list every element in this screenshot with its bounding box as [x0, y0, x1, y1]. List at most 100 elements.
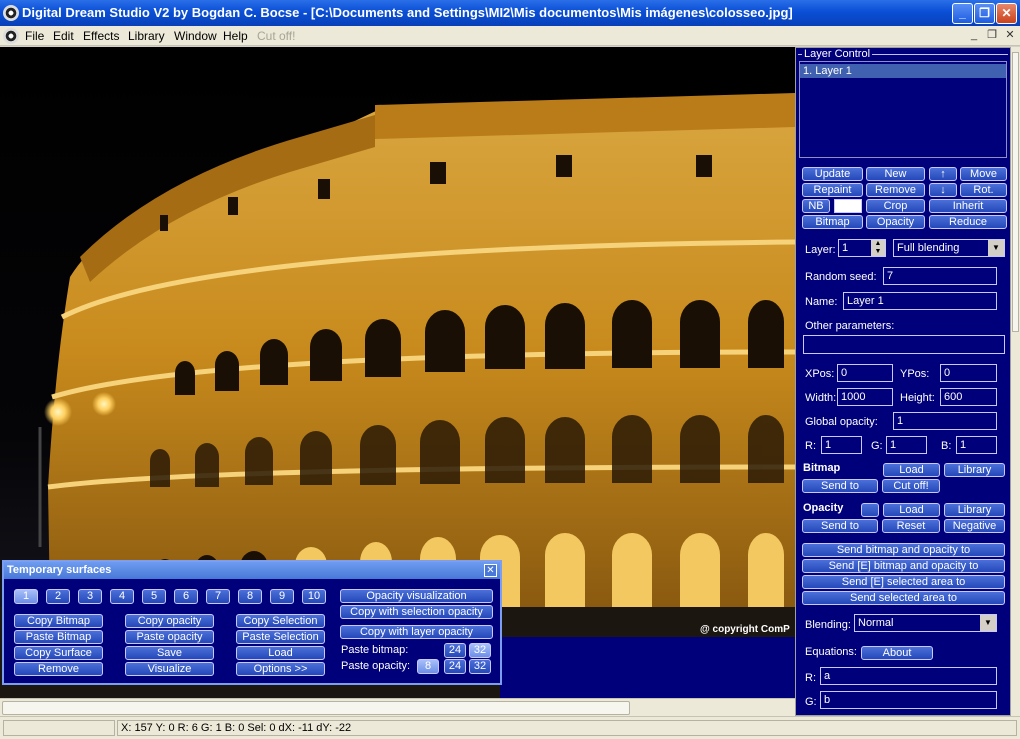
- mdi-restore-button[interactable]: ❐: [984, 28, 1000, 42]
- surface-10-button[interactable]: 10: [302, 589, 326, 604]
- dialog-close-button[interactable]: ✕: [484, 564, 497, 577]
- other-params-field[interactable]: [803, 335, 1005, 354]
- width-field[interactable]: 1000: [837, 388, 893, 406]
- layer-spinner[interactable]: 1 ▲ ▼: [838, 239, 886, 257]
- menu-window[interactable]: Window: [174, 29, 217, 43]
- bitmap-send-to-button[interactable]: Send to: [802, 479, 878, 493]
- layer-list[interactable]: 1. Layer 1: [799, 61, 1007, 158]
- opacity-send-to-button[interactable]: Send to: [802, 519, 878, 533]
- send-e-bitmap-opacity-button[interactable]: Send [E] bitmap and opacity to: [802, 559, 1005, 573]
- copy-selection-button[interactable]: Copy Selection: [236, 614, 325, 628]
- paste-bitmap-32-button[interactable]: 32: [469, 643, 491, 658]
- copy-layer-opacity-button[interactable]: Copy with layer opacity: [340, 625, 493, 639]
- send-selected-area-button[interactable]: Send selected area to: [802, 591, 1005, 605]
- horizontal-scrollbar[interactable]: [0, 698, 795, 716]
- copy-opacity-button[interactable]: Copy opacity: [125, 614, 214, 628]
- nb-button[interactable]: NB: [802, 199, 830, 213]
- opacity-reset-button[interactable]: Reset: [882, 519, 940, 533]
- layer-name-field[interactable]: Layer 1: [843, 292, 997, 310]
- blending-mode-select[interactable]: Full blending ▼: [893, 239, 1005, 257]
- crop-button[interactable]: Crop: [866, 199, 925, 213]
- surface-7-button[interactable]: 7: [206, 589, 230, 604]
- menu-file[interactable]: File: [25, 29, 44, 43]
- surface-8-button[interactable]: 8: [238, 589, 262, 604]
- app-eye-icon[interactable]: [3, 5, 19, 21]
- save-button[interactable]: Save: [125, 646, 214, 660]
- bitmap-cut-off-button[interactable]: Cut off!: [882, 479, 940, 493]
- vertical-scrollbar[interactable]: [1011, 47, 1020, 716]
- paste-selection-button[interactable]: Paste Selection: [236, 630, 325, 644]
- opacity-library-button[interactable]: Library: [944, 503, 1005, 517]
- random-seed-field[interactable]: 7: [883, 267, 997, 285]
- menu-effects[interactable]: Effects: [83, 29, 119, 43]
- surface-4-button[interactable]: 4: [110, 589, 134, 604]
- opacity-small-button[interactable]: [861, 503, 879, 517]
- move-up-button[interactable]: ↑: [929, 167, 957, 181]
- about-button[interactable]: About: [861, 646, 933, 660]
- r-field[interactable]: 1: [821, 436, 862, 454]
- surface-6-button[interactable]: 6: [174, 589, 198, 604]
- b-field[interactable]: 1: [956, 436, 997, 454]
- rotate-button[interactable]: Rot.: [960, 183, 1007, 197]
- minimize-button[interactable]: _: [952, 3, 973, 24]
- dialog-title[interactable]: Temporary surfaces: [4, 562, 500, 579]
- xpos-field[interactable]: 0: [837, 364, 893, 382]
- paste-opacity-8-button[interactable]: 8: [417, 659, 439, 674]
- options-button[interactable]: Options >>: [236, 662, 325, 676]
- menu-library[interactable]: Library: [128, 29, 165, 43]
- bitmap-button[interactable]: Bitmap: [802, 215, 863, 229]
- surface-1-button[interactable]: 1: [14, 589, 38, 604]
- surface-9-button[interactable]: 9: [270, 589, 294, 604]
- surface-2-button[interactable]: 2: [46, 589, 70, 604]
- dropdown-arrow-icon[interactable]: ▼: [980, 615, 996, 631]
- inherit-button[interactable]: Inherit: [929, 199, 1007, 213]
- height-field[interactable]: 600: [940, 388, 997, 406]
- ypos-field[interactable]: 0: [940, 364, 997, 382]
- spinner-arrows-icon[interactable]: ▲ ▼: [871, 240, 885, 256]
- visualize-button[interactable]: Visualize: [125, 662, 214, 676]
- paste-opacity-32-button[interactable]: 32: [469, 659, 491, 674]
- send-bitmap-opacity-button[interactable]: Send bitmap and opacity to: [802, 543, 1005, 557]
- copy-selection-opacity-button[interactable]: Copy with selection opacity: [340, 605, 493, 619]
- mdi-minimize-button[interactable]: _: [966, 28, 982, 42]
- eq-g-field[interactable]: b: [820, 691, 997, 709]
- reduce-button[interactable]: Reduce: [929, 215, 1007, 229]
- close-button[interactable]: ✕: [996, 3, 1017, 24]
- surface-3-button[interactable]: 3: [78, 589, 102, 604]
- send-e-selected-area-button[interactable]: Send [E] selected area to: [802, 575, 1005, 589]
- bitmap-load-button[interactable]: Load: [883, 463, 940, 477]
- opacity-negative-button[interactable]: Negative: [944, 519, 1005, 533]
- dropdown-arrow-icon[interactable]: ▼: [988, 240, 1004, 256]
- vertical-scroll-thumb[interactable]: [1012, 52, 1019, 332]
- paste-opacity-24-button[interactable]: 24: [444, 659, 466, 674]
- blending-select[interactable]: Normal ▼: [854, 614, 997, 632]
- menu-help[interactable]: Help: [223, 29, 248, 43]
- repaint-button[interactable]: Repaint: [802, 183, 863, 197]
- eq-r-field[interactable]: a: [820, 667, 997, 685]
- surface-5-button[interactable]: 5: [142, 589, 166, 604]
- paste-opacity-button[interactable]: Paste opacity: [125, 630, 214, 644]
- mdi-close-button[interactable]: ✕: [1002, 28, 1018, 42]
- move-down-button[interactable]: ↓: [929, 183, 957, 197]
- opacity-load-button[interactable]: Load: [883, 503, 940, 517]
- horizontal-scroll-thumb[interactable]: [2, 701, 630, 715]
- paste-bitmap-button[interactable]: Paste Bitmap: [14, 630, 103, 644]
- remove-surface-button[interactable]: Remove: [14, 662, 103, 676]
- layer-list-item[interactable]: 1. Layer 1: [800, 64, 1006, 78]
- paste-bitmap-24-button[interactable]: 24: [444, 643, 466, 658]
- update-button[interactable]: Update: [802, 167, 863, 181]
- document-eye-icon[interactable]: [3, 28, 19, 44]
- color-swatch[interactable]: [834, 199, 862, 213]
- move-button[interactable]: Move: [960, 167, 1007, 181]
- load-button[interactable]: Load: [236, 646, 325, 660]
- new-layer-button[interactable]: New: [866, 167, 925, 181]
- remove-layer-button[interactable]: Remove: [866, 183, 925, 197]
- copy-bitmap-button[interactable]: Copy Bitmap: [14, 614, 103, 628]
- menu-edit[interactable]: Edit: [53, 29, 74, 43]
- copy-surface-button[interactable]: Copy Surface: [14, 646, 103, 660]
- opacity-button[interactable]: Opacity: [866, 215, 925, 229]
- g-field[interactable]: 1: [886, 436, 927, 454]
- bitmap-library-button[interactable]: Library: [944, 463, 1005, 477]
- global-opacity-field[interactable]: 1: [893, 412, 997, 430]
- opacity-visualization-button[interactable]: Opacity visualization: [340, 589, 493, 603]
